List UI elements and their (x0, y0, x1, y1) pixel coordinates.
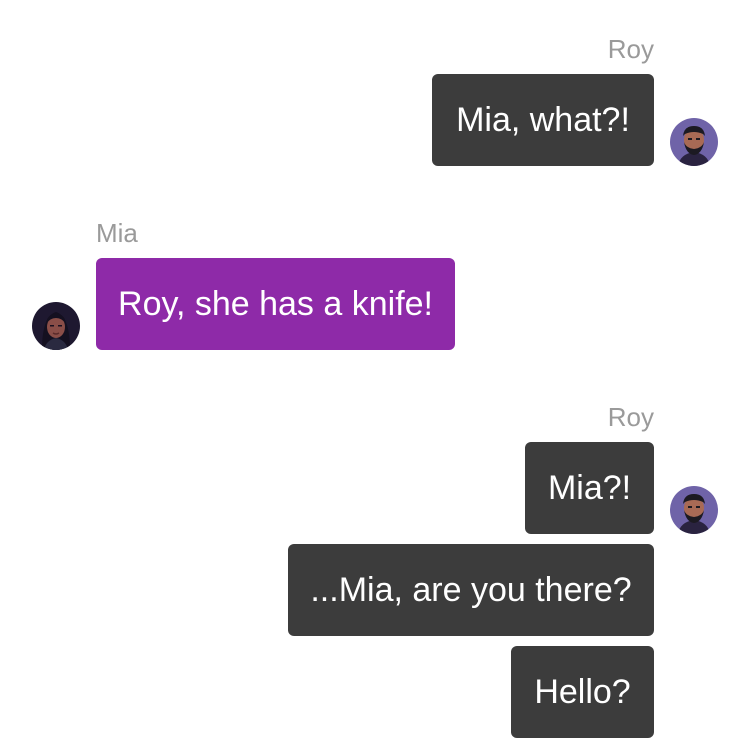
sender-name-mia: Mia (96, 218, 138, 248)
roy-avatar-icon[interactable] (670, 118, 718, 166)
message-bubble[interactable]: Mia, what?! (432, 74, 654, 166)
sender-name-roy: Roy (607, 34, 654, 64)
message-bubble[interactable]: ...Mia, are you there? (288, 544, 654, 636)
message-bubble[interactable]: Hello? (511, 646, 654, 738)
message-bubble[interactable]: Roy, she has a knife! (96, 258, 455, 350)
mia-avatar-icon[interactable] (32, 302, 80, 350)
message-bubble[interactable]: Mia?! (525, 442, 654, 534)
sender-name-roy: Roy (607, 402, 654, 432)
roy-avatar-icon[interactable] (670, 486, 718, 534)
